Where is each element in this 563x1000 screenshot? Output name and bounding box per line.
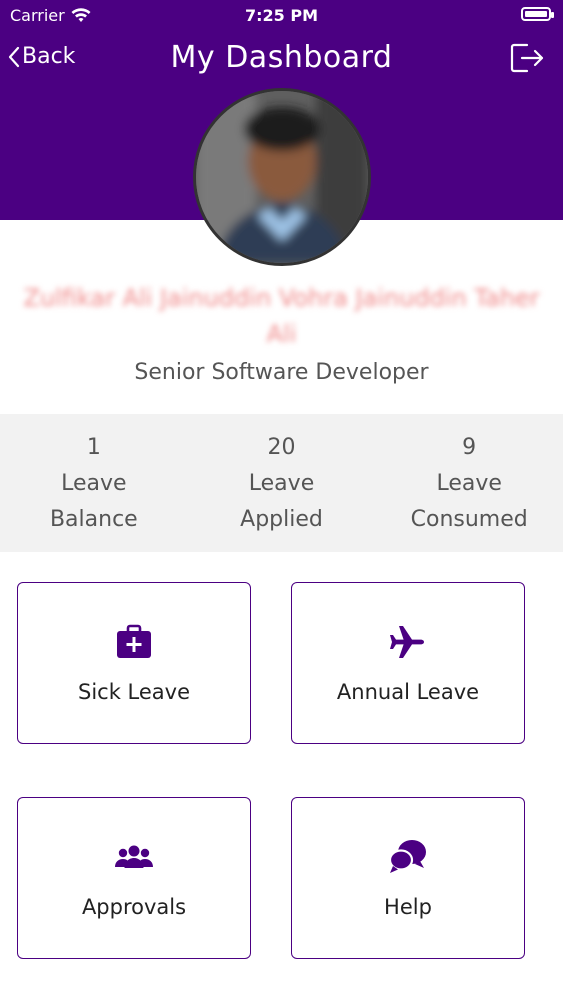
stat-value: 9 <box>462 435 477 460</box>
profile-role: Senior Software Developer <box>134 360 429 385</box>
leave-stats: 1 Leave Balance 20 Leave Applied 9 Leave… <box>0 414 563 552</box>
status-bar: Carrier 7:25 PM <box>0 0 563 30</box>
page-title: My Dashboard <box>170 40 393 75</box>
airplane-icon <box>390 626 424 658</box>
users-icon <box>115 845 153 868</box>
stat-leave-consumed: 9 Leave Consumed <box>375 414 563 552</box>
stat-label: Leave Balance <box>49 471 138 532</box>
profile-photo <box>196 91 368 263</box>
sick-leave-label: Sick Leave <box>77 680 190 704</box>
avatar <box>193 88 371 266</box>
annual-leave-tile[interactable]: Annual Leave <box>291 582 525 744</box>
battery-icon <box>521 7 554 21</box>
status-time: 7:25 PM <box>244 6 318 25</box>
stat-leave-balance: 1 Leave Balance <box>0 414 188 552</box>
approvals-tile[interactable]: Approvals <box>17 797 251 959</box>
help-label: Help <box>384 895 432 919</box>
logout-icon[interactable] <box>509 42 545 74</box>
profile-name: Zulfikar Ali Jainuddin Vohra Jainuddin T… <box>23 284 540 348</box>
chat-bubbles-icon <box>388 840 426 873</box>
annual-leave-label: Annual Leave <box>336 680 480 704</box>
approvals-label: Approvals <box>81 895 187 919</box>
stat-value: 1 <box>86 435 101 460</box>
stat-leave-applied: 20 Leave Applied <box>188 414 376 552</box>
sick-leave-tile[interactable]: Sick Leave <box>17 582 251 744</box>
stat-label: Leave Applied <box>240 471 323 532</box>
stat-value: 20 <box>267 435 296 460</box>
medical-kit-icon <box>117 624 151 658</box>
help-tile[interactable]: Help <box>291 797 525 959</box>
stat-label: Leave Consumed <box>410 471 528 532</box>
